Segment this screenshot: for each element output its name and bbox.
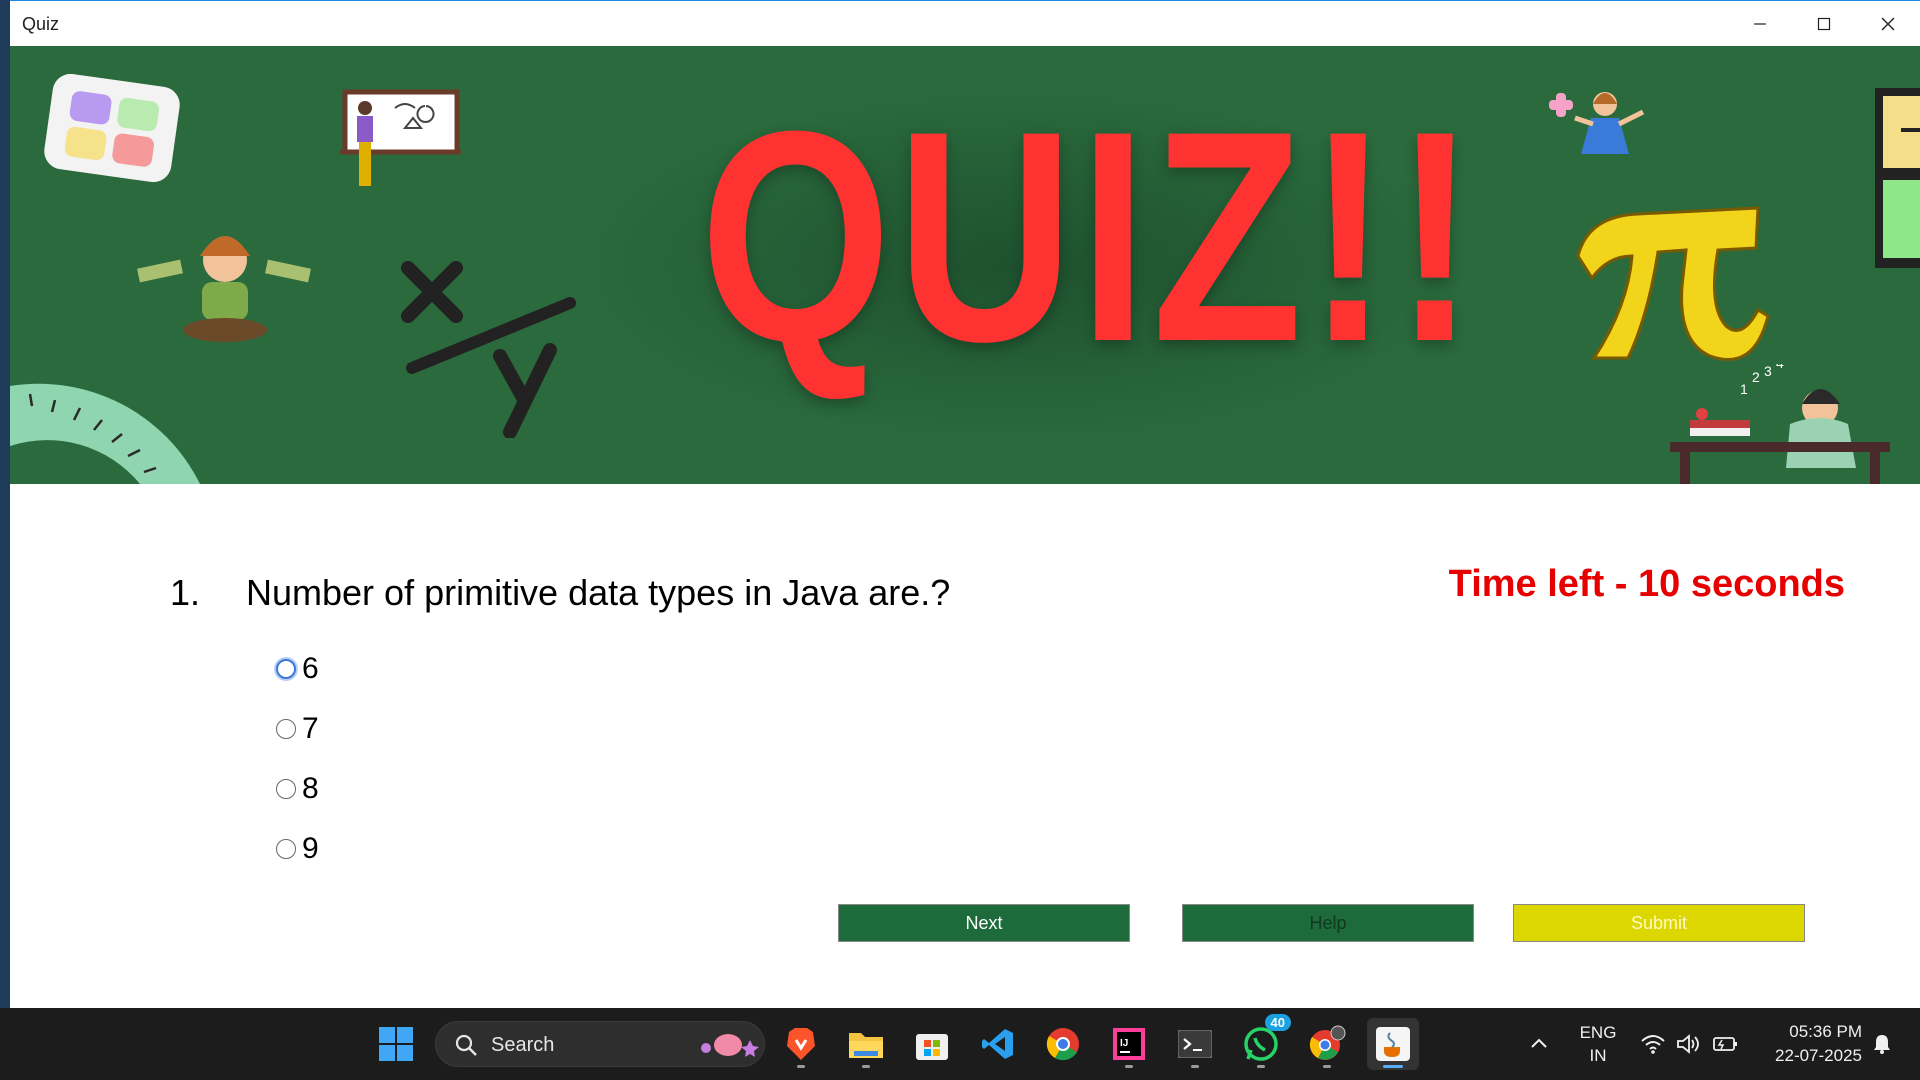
search-label: Search: [491, 1034, 555, 1056]
option-label: 7: [302, 712, 319, 745]
taskbar: Search IJ 40 ENG IN 05:36 PM 22-07-2025: [0, 1008, 1920, 1080]
intellij-button[interactable]: IJ: [1103, 1018, 1155, 1070]
taskbar-search[interactable]: Search: [435, 1021, 765, 1067]
quiz-headline: QUIZ!!: [700, 68, 1481, 404]
chrome-profile-icon: [1309, 1025, 1346, 1060]
svg-text:3: 3: [1764, 364, 1772, 379]
vscode-button[interactable]: [972, 1018, 1024, 1070]
java-icon: [1376, 1027, 1410, 1061]
pi-symbol-icon: [1576, 206, 1770, 362]
notification-badge: 40: [1264, 1014, 1291, 1031]
answer-option-4[interactable]: 9: [276, 827, 319, 871]
svg-text:1: 1: [1740, 381, 1748, 397]
svg-text:IJ: IJ: [1120, 1038, 1128, 1049]
option-label: 6: [302, 652, 319, 685]
windows-logo-icon: [379, 1027, 413, 1061]
active-indicator: [1383, 1065, 1403, 1068]
close-icon: [1881, 17, 1895, 31]
terminal-icon: [1178, 1030, 1212, 1058]
volume-icon[interactable]: [1676, 1034, 1702, 1054]
quiz-window: Quiz QUIZ!! 1 2 3 1. Number of primitive…: [10, 0, 1920, 1008]
radio-button[interactable]: [276, 779, 296, 799]
microsoft-store-button[interactable]: [906, 1018, 958, 1070]
radio-button[interactable]: [276, 839, 296, 859]
girl-character-icon: [1549, 92, 1645, 154]
next-button[interactable]: Next: [838, 904, 1130, 942]
vscode-icon: [982, 1029, 1013, 1059]
brave-browser-button[interactable]: [775, 1018, 827, 1070]
search-icon: [455, 1034, 477, 1056]
language-indicator-top[interactable]: ENG: [1576, 1023, 1620, 1043]
chrome-button[interactable]: [1037, 1018, 1089, 1070]
intellij-icon: IJ: [1113, 1028, 1145, 1060]
clock-date[interactable]: 22-07-2025: [1752, 1046, 1862, 1066]
chrome-icon: [1046, 1028, 1079, 1061]
studying-boy-icon: 1 2 3 4: [1670, 364, 1890, 484]
maximize-icon: [1817, 17, 1831, 31]
svg-text:4: 4: [1776, 364, 1784, 371]
minimize-button[interactable]: [1728, 1, 1792, 47]
answer-option-3[interactable]: 8: [276, 767, 319, 811]
folder-icon: [849, 1033, 883, 1058]
answer-option-1[interactable]: 6: [276, 647, 319, 691]
question-text: Number of primitive data types in Java a…: [246, 572, 951, 613]
radio-button[interactable]: [276, 659, 296, 679]
minimize-icon: [1754, 23, 1766, 25]
running-indicator: [797, 1065, 805, 1068]
chevron-up-icon[interactable]: [1530, 1036, 1548, 1050]
desktop-edge: [0, 0, 10, 1008]
answer-option-2[interactable]: 7: [276, 707, 319, 751]
title-bar: Quiz: [10, 0, 1920, 46]
whatsapp-icon: [1244, 1027, 1278, 1061]
help-button[interactable]: Help: [1182, 904, 1474, 942]
running-indicator: [1125, 1065, 1133, 1068]
maximize-button[interactable]: [1792, 1, 1856, 47]
battery-icon[interactable]: [1712, 1034, 1740, 1054]
clock-time[interactable]: 05:36 PM: [1752, 1022, 1862, 1042]
submit-button[interactable]: Submit: [1513, 904, 1805, 942]
radio-button[interactable]: [276, 719, 296, 739]
side-card-icon: [1875, 88, 1920, 268]
language-indicator-bottom[interactable]: IN: [1576, 1046, 1620, 1066]
protractor-icon: [10, 383, 200, 484]
start-button[interactable]: [370, 1018, 422, 1070]
running-indicator: [1323, 1065, 1331, 1068]
running-indicator: [1257, 1065, 1265, 1068]
running-indicator: [1191, 1065, 1199, 1068]
wifi-icon[interactable]: [1640, 1034, 1666, 1054]
brave-icon: [787, 1028, 815, 1060]
window-title: Quiz: [22, 14, 60, 34]
quiz-banner: QUIZ!! 1 2 3 4: [10, 46, 1920, 484]
calculator-icon: [44, 74, 180, 183]
question-number: 1.: [170, 572, 201, 613]
time-left-label: Time left - 10 seconds: [1448, 563, 1845, 605]
teacher-board-icon: [340, 89, 461, 186]
running-indicator: [862, 1065, 870, 1068]
fraction-x-y-icon: [401, 261, 576, 438]
option-label: 8: [302, 772, 319, 805]
search-highlight-icon: [701, 1034, 759, 1057]
chrome-profile-button[interactable]: [1301, 1018, 1353, 1070]
store-icon: [916, 1034, 948, 1060]
whatsapp-button[interactable]: 40: [1235, 1014, 1291, 1070]
java-app-button[interactable]: [1367, 1018, 1419, 1070]
notification-bell-icon[interactable]: [1870, 1032, 1894, 1056]
svg-text:2: 2: [1752, 369, 1760, 385]
option-label: 9: [302, 832, 319, 865]
close-button[interactable]: [1856, 1, 1920, 47]
terminal-button[interactable]: [1169, 1018, 1221, 1070]
file-explorer-button[interactable]: [840, 1018, 892, 1070]
boy-character-icon: [137, 236, 311, 342]
